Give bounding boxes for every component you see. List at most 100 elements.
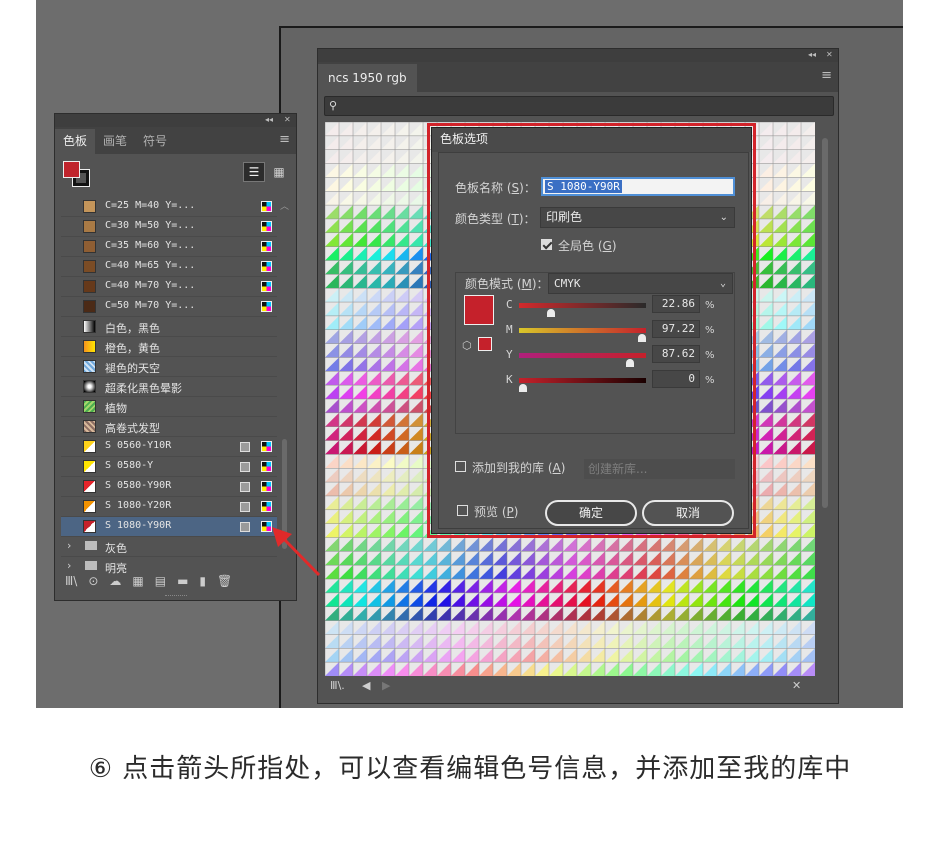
- swatch-row[interactable]: C=40 M=65 Y=...: [61, 257, 277, 277]
- collapse-icon[interactable]: ◂◂: [808, 50, 816, 59]
- swatch-row[interactable]: S 1080-Y90R: [61, 517, 277, 537]
- tab-symbols[interactable]: 符号: [135, 129, 175, 154]
- swatch-chip: [83, 460, 96, 473]
- new-swatch-icon[interactable]: ▮: [199, 574, 206, 588]
- list-view-icon[interactable]: ☰: [243, 162, 265, 182]
- channel-value-input[interactable]: 97.22: [652, 320, 700, 338]
- scroll-up-icon[interactable]: ︿: [280, 199, 289, 212]
- panel-menu-icon[interactable]: ≡: [821, 68, 832, 83]
- gamut-swatch[interactable]: [478, 337, 492, 351]
- swatch-row[interactable]: 白色，黑色: [61, 317, 277, 337]
- channel-slider[interactable]: [519, 378, 646, 383]
- create-library-select: 创建新库...: [584, 459, 735, 479]
- swatch-row[interactable]: C=30 M=50 Y=...: [61, 217, 277, 237]
- slider-handle[interactable]: [519, 384, 527, 392]
- swatch-label: C=30 M=50 Y=...: [105, 220, 196, 231]
- new-folder-icon[interactable]: ▬: [177, 574, 188, 588]
- swatch-row[interactable]: C=40 M=70 Y=...: [61, 277, 277, 297]
- swatch-chip: [83, 240, 96, 253]
- swatch-row[interactable]: 橙色，黄色: [61, 337, 277, 357]
- search-input[interactable]: ⚲: [324, 96, 834, 116]
- color-mode-select[interactable]: CMYK ⌄: [548, 273, 733, 294]
- swatch-row[interactable]: S 0580-Y: [61, 457, 277, 477]
- swatch-chip: [83, 520, 96, 533]
- swatch-options-icon[interactable]: ▦: [132, 574, 143, 588]
- fill-swatch[interactable]: [63, 161, 80, 178]
- swatch-name-input[interactable]: S 1080-Y90R: [541, 177, 735, 196]
- cloud-icon[interactable]: ☁: [109, 574, 121, 588]
- swatch-chip: [83, 280, 96, 293]
- swatch-chip: [83, 380, 96, 393]
- library-menu-icon[interactable]: Ⅲ\.: [330, 679, 345, 692]
- swatch-label: C=25 M=40 Y=...: [105, 200, 196, 211]
- library-footer: Ⅲ\. ◀ ▶ ✕: [326, 679, 826, 697]
- swatch-list-scrollbar[interactable]: ︿: [279, 199, 289, 569]
- process-color-icon: [261, 201, 272, 212]
- global-color-icon: [240, 502, 250, 512]
- swatch-label: 植物: [105, 402, 127, 415]
- add-to-library-label: 添加到我的库 (A): [472, 461, 566, 475]
- swatch-row[interactable]: 植物: [61, 397, 277, 417]
- channel-slider[interactable]: [519, 303, 646, 308]
- global-color-checkbox[interactable]: [541, 239, 552, 250]
- swatch-label: S 0560-Y10R: [105, 440, 172, 451]
- collapse-icon[interactable]: ◂◂: [265, 115, 273, 124]
- ok-button[interactable]: 确定: [545, 500, 637, 526]
- swatch-row[interactable]: 超柔化黑色晕影: [61, 377, 277, 397]
- swatch-row[interactable]: C=50 M=70 Y=...: [61, 297, 277, 317]
- channel-value-input[interactable]: 0: [652, 370, 700, 388]
- preview-checkbox[interactable]: [457, 505, 468, 516]
- slider-handle[interactable]: [637, 334, 646, 342]
- channel-slider[interactable]: [519, 353, 646, 358]
- process-color-icon: [261, 281, 272, 292]
- swatch-chip: [83, 500, 96, 513]
- swatch-row[interactable]: S 0560-Y10R: [61, 437, 277, 457]
- trash-icon[interactable]: 🗑: [217, 574, 232, 588]
- slider-handle[interactable]: [546, 309, 555, 317]
- swatch-chip: [83, 220, 96, 233]
- new-color-group-icon[interactable]: ▤: [155, 574, 166, 588]
- next-library-icon[interactable]: ▶: [382, 679, 390, 692]
- channel-value-input[interactable]: 87.62: [652, 345, 700, 363]
- close-icon[interactable]: ✕: [826, 50, 833, 59]
- library-menu-icon[interactable]: Ⅲ\: [65, 574, 77, 588]
- swatch-chip: [83, 340, 96, 353]
- swatch-label: C=50 M=70 Y=...: [105, 300, 196, 311]
- swatch-name-label: 色板名称 (S)：: [455, 181, 536, 195]
- swatch-row[interactable]: › 灰色: [61, 537, 277, 557]
- tab-swatches[interactable]: 色板: [55, 129, 96, 154]
- pointer-arrow: [272, 527, 321, 577]
- color-type-select[interactable]: 印刷色 ⌄: [540, 207, 735, 228]
- scroll-thumb[interactable]: [822, 138, 828, 508]
- process-color-icon: [261, 461, 272, 472]
- swatch-row[interactable]: S 0580-Y90R: [61, 477, 277, 497]
- swatch-list: C=25 M=40 Y=... C=30 M=50 Y=... C=35 M=60 …: [61, 197, 277, 574]
- add-to-library-checkbox[interactable]: [455, 461, 466, 472]
- prev-library-icon[interactable]: ◀: [362, 679, 370, 692]
- swatch-row[interactable]: 褪色的天空: [61, 357, 277, 377]
- tab-brushes[interactable]: 画笔: [95, 129, 135, 154]
- resize-grip[interactable]: [165, 595, 187, 599]
- show-kinds-icon[interactable]: ⊙: [88, 574, 98, 588]
- panel-menu-icon[interactable]: ≡: [279, 132, 290, 147]
- chevron-right-icon[interactable]: ›: [67, 539, 71, 552]
- unlock-icon[interactable]: ✕: [792, 679, 801, 692]
- grid-view-icon[interactable]: ▦: [268, 162, 290, 182]
- process-color-icon: [261, 221, 272, 232]
- slider-handle[interactable]: [625, 359, 634, 367]
- out-of-gamut-icon[interactable]: ⬡: [462, 339, 472, 352]
- channel-value-input[interactable]: 22.86: [652, 295, 700, 313]
- swatch-row[interactable]: S 1080-Y20R: [61, 497, 277, 517]
- swatch-label: C=40 M=65 Y=...: [105, 260, 196, 271]
- swatch-label: 灰色: [105, 542, 127, 555]
- swatch-row[interactable]: C=35 M=60 Y=...: [61, 237, 277, 257]
- global-color-icon: [240, 462, 250, 472]
- swatch-row[interactable]: C=25 M=40 Y=...: [61, 197, 277, 217]
- channel-slider[interactable]: [519, 328, 646, 333]
- cancel-button[interactable]: 取消: [642, 500, 734, 526]
- fill-stroke-area: ☰ ▦: [55, 154, 296, 192]
- swatch-row[interactable]: 高卷式发型: [61, 417, 277, 437]
- library-scrollbar[interactable]: [820, 122, 832, 678]
- tab-ncs-library[interactable]: ncs 1950 rgb: [318, 64, 417, 92]
- close-icon[interactable]: ✕: [284, 115, 291, 124]
